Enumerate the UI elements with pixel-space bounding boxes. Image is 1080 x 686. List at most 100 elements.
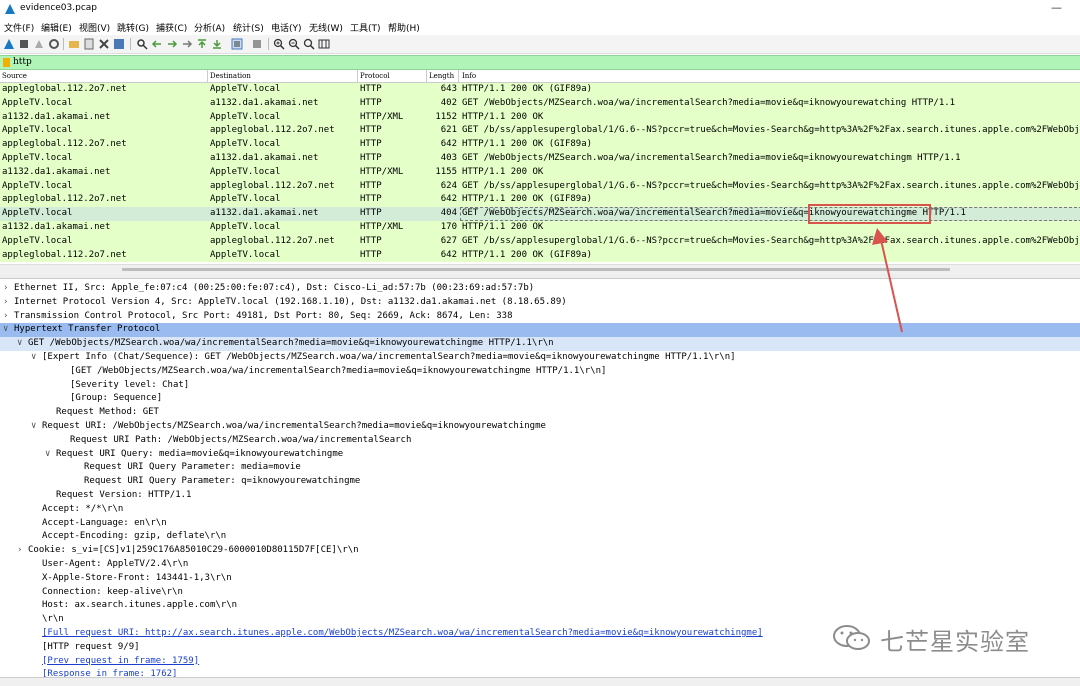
find-packet-icon[interactable] [136,38,148,50]
menu-go[interactable]: 跳转(G) [117,21,149,34]
packet-row[interactable]: AppleTV.local appleglobal.112.2o7.net HTTP… [0,124,1080,139]
zoom-in-icon[interactable] [273,38,285,50]
packet-row[interactable]: appleglobal.112.2o7.net AppleTV.local HTTP… [0,83,1080,97]
packet-row[interactable]: AppleTV.local appleglobal.112.2o7.net HTTP… [0,234,1080,249]
open-file-icon[interactable] [68,38,80,50]
column-header-info[interactable]: Info [462,72,476,80]
display-filter-input[interactable]: http [13,57,32,67]
reload-file-icon[interactable] [113,38,125,50]
packet-row[interactable]: AppleTV.local a1132.da1.akamai.net HTTP 403… [0,152,1080,166]
scrollbar-thumb[interactable] [122,268,950,271]
detail-tree-item[interactable]: Request URI Path: /WebObjects/MZSearch.w… [0,434,1080,448]
colorize-icon[interactable] [251,38,263,50]
zoom-out-icon[interactable] [288,38,300,50]
display-filter-bar[interactable]: http [0,55,1080,70]
packet-row[interactable]: appleglobal.112.2o7.net AppleTV.local HTTP… [0,248,1080,263]
menu-file[interactable]: 文件(F) [4,21,34,34]
column-divider[interactable] [207,70,208,82]
detail-link[interactable]: [Full request URI: http://ax.search.itun… [42,628,763,638]
detail-tree-item[interactable]: Accept-Language: en\r\n [0,517,1080,531]
detail-tree-item[interactable]: › Transmission Control Protocol, Src Port… [0,310,1080,324]
horizontal-scrollbar[interactable] [0,264,1080,274]
detail-tree-item[interactable]: [Severity level: Chat] [0,379,1080,393]
capture-options-icon[interactable] [48,38,60,50]
column-header-length[interactable]: Length [429,72,454,80]
menu-view[interactable]: 视图(V) [79,21,110,34]
zoom-normal-icon[interactable] [303,38,315,50]
packet-info: GET /b/ss/applesuperglobal/1/G.6--NS?pcc… [462,125,1080,136]
chevron-right-icon[interactable]: › [3,297,8,307]
packet-list[interactable]: Source Destination Protocol Length Info … [0,70,1080,264]
detail-tree-item[interactable]: ∨ Request URI Query: media=movie&q=iknowy… [0,448,1080,462]
packet-row[interactable]: appleglobal.112.2o7.net AppleTV.local HTTP… [0,138,1080,152]
detail-link[interactable]: [Prev request in frame: 1759] [42,656,199,666]
menu-capture[interactable]: 捕获(C) [156,21,187,34]
detail-tree-item[interactable]: Accept-Encoding: gzip, deflate\r\n [0,530,1080,544]
detail-tree-item[interactable]: › Ethernet II, Src: Apple_fe:07:c4 (00:25… [0,282,1080,296]
bookmark-icon[interactable] [3,58,10,67]
minimize-button[interactable]: — [1051,1,1062,14]
menu-analyze[interactable]: 分析(A) [194,21,225,34]
packet-info: HTTP/1.1 200 OK (GIF89a) [462,84,593,94]
detail-tree-item[interactable]: Accept: */*\r\n [0,503,1080,517]
save-file-icon[interactable] [83,38,95,50]
go-forward-icon[interactable] [166,38,178,50]
packet-details-tree[interactable]: › Ethernet II, Src: Apple_fe:07:c4 (00:25… [0,280,1080,678]
chevron-down-icon[interactable]: ∨ [3,324,8,334]
go-to-packet-icon[interactable] [181,38,193,50]
detail-tree-item[interactable]: Connection: keep-alive\r\n [0,586,1080,600]
detail-tree-item[interactable]: ∨ Hypertext Transfer Protocol [0,323,1080,338]
column-header-destination[interactable]: Destination [210,72,251,80]
detail-tree-item[interactable]: › Internet Protocol Version 4, Src: Apple… [0,296,1080,310]
chevron-right-icon[interactable]: › [3,311,8,321]
column-divider[interactable] [458,70,459,82]
detail-text: [HTTP request 9/9] [42,641,140,652]
close-file-icon[interactable] [98,38,110,50]
detail-tree-item[interactable]: Request URI Query Parameter: media=movie [0,461,1080,475]
column-header-protocol[interactable]: Protocol [360,72,390,80]
detail-tree-item[interactable]: [GET /WebObjects/MZSearch.woa/wa/increme… [0,365,1080,379]
detail-text: Host: ax.search.itunes.apple.com\r\n [42,600,238,611]
packet-row[interactable]: a1132.da1.akamai.net AppleTV.local HTTP/XM… [0,110,1080,125]
go-back-icon[interactable] [151,38,163,50]
detail-tree-item[interactable]: Request Method: GET [0,406,1080,420]
chevron-down-icon[interactable]: ∨ [31,421,36,431]
start-capture-icon[interactable] [3,38,15,50]
detail-tree-item[interactable]: ∨ Request URI: /WebObjects/MZSearch.woa/w… [0,420,1080,434]
detail-tree-item[interactable]: Host: ax.search.itunes.apple.com\r\n [0,599,1080,613]
menu-edit[interactable]: 编辑(E) [41,21,72,34]
packet-source: appleglobal.112.2o7.net [2,84,127,94]
menu-wireless[interactable]: 无线(W) [309,21,343,34]
chevron-down-icon[interactable]: ∨ [17,338,22,348]
menu-help[interactable]: 帮助(H) [388,21,420,34]
detail-tree-item[interactable]: ∨ GET /WebObjects/MZSearch.woa/wa/increme… [0,337,1080,351]
detail-tree-item[interactable]: › Cookie: s_vi=[CS]v1|259C176A85010C29-60… [0,544,1080,558]
chevron-down-icon[interactable]: ∨ [31,352,36,362]
column-header-source[interactable]: Source [2,72,27,80]
packet-info: GET /b/ss/applesuperglobal/1/G.6--NS?pcc… [462,235,1080,246]
chevron-right-icon[interactable]: › [17,545,22,555]
menu-telephony[interactable]: 电话(Y) [271,21,302,34]
detail-tree-item[interactable]: X-Apple-Store-Front: 143441-1,3\r\n [0,572,1080,586]
last-packet-icon[interactable] [211,38,223,50]
restart-capture-icon[interactable] [33,38,45,50]
chevron-down-icon[interactable]: ∨ [45,449,50,459]
menu-tools[interactable]: 工具(T) [350,21,381,34]
menu-statistics[interactable]: 统计(S) [233,21,264,34]
resize-columns-icon[interactable] [318,38,330,50]
packet-row[interactable]: AppleTV.local a1132.da1.akamai.net HTTP 402… [0,96,1080,111]
pane-splitter[interactable] [0,274,1080,279]
detail-tree-item[interactable]: Request URI Query Parameter: q=iknowyour… [0,475,1080,489]
first-packet-icon[interactable] [196,38,208,50]
detail-tree-item[interactable]: ∨ [Expert Info (Chat/Sequence): GET /WebO… [0,351,1080,365]
detail-tree-item[interactable]: [Group: Sequence] [0,392,1080,406]
column-divider[interactable] [357,70,358,82]
column-divider[interactable] [426,70,427,82]
packet-row[interactable]: a1132.da1.akamai.net AppleTV.local HTTP/XM… [0,165,1080,180]
autoscroll-icon[interactable] [231,38,243,50]
detail-tree-item[interactable]: Request Version: HTTP/1.1 [0,489,1080,503]
stop-capture-icon[interactable] [18,38,30,50]
chevron-right-icon[interactable]: › [3,283,8,293]
packet-row[interactable]: AppleTV.local appleglobal.112.2o7.net HTTP… [0,179,1080,194]
detail-tree-item[interactable]: User-Agent: AppleTV/2.4\r\n [0,558,1080,572]
